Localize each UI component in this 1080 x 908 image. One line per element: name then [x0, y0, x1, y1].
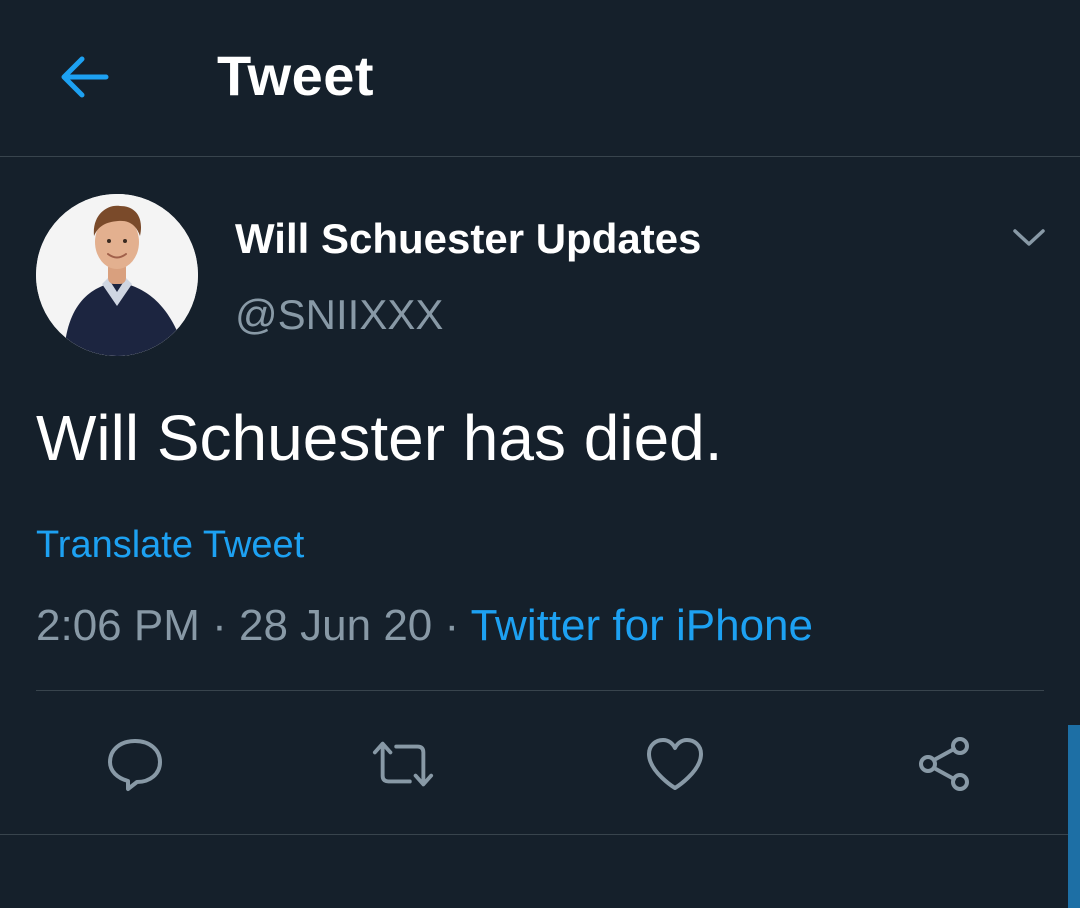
retweet-button[interactable] [371, 730, 435, 798]
tweet-source-link[interactable]: Twitter for iPhone [471, 601, 813, 650]
reply-icon [108, 739, 162, 791]
share-icon [919, 737, 969, 791]
reply-button[interactable] [103, 730, 167, 798]
tweet-time: 2:06 PM [36, 601, 200, 650]
author-display-name[interactable]: Will Schuester Updates [235, 215, 701, 263]
tweet-menu-button[interactable] [1006, 218, 1052, 258]
arrow-left-icon [61, 56, 109, 98]
share-button[interactable] [912, 730, 976, 798]
avatar[interactable] [36, 194, 198, 356]
tweet-text: Will Schuester has died. [36, 402, 723, 474]
divider [0, 834, 1080, 835]
meta-separator: · [444, 601, 460, 650]
page-title: Tweet [217, 44, 375, 107]
profile-photo [36, 194, 198, 356]
chevron-down-icon [1013, 229, 1045, 246]
tweet-date: 28 Jun 20 [239, 601, 433, 650]
back-button[interactable] [52, 45, 116, 109]
scrollbar[interactable] [1068, 725, 1080, 908]
tweet-action-bar [0, 730, 1080, 800]
retweet-icon [372, 741, 434, 787]
divider [36, 690, 1044, 691]
translate-tweet-link[interactable]: Translate Tweet [36, 522, 304, 568]
tweet-detail-screen: Tweet Will Schuester Updates @SNIIXXX Wi… [0, 0, 1080, 908]
meta-separator: · [212, 601, 227, 650]
like-button[interactable] [643, 730, 707, 798]
tweet-metadata: 2:06 PM · 28 Jun 20 · Twitter for iPhone [36, 600, 813, 652]
top-bar: Tweet [0, 0, 1080, 157]
heart-icon [647, 738, 703, 790]
author-handle[interactable]: @SNIIXXX [235, 291, 443, 339]
